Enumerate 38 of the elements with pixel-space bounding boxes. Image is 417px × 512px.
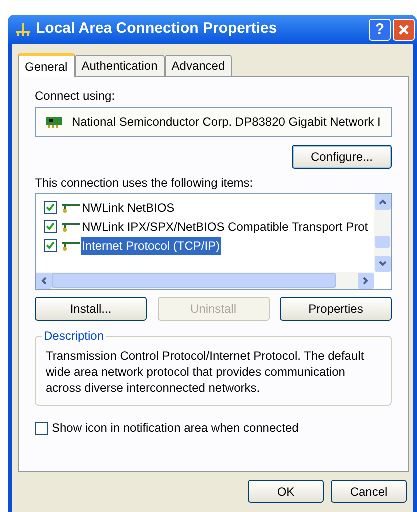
checkbox-label[interactable]: Show icon in notification area when connected [52, 419, 299, 437]
close-button[interactable] [393, 18, 415, 40]
network-connection-icon [14, 22, 32, 38]
checkbox[interactable] [35, 422, 48, 434]
scroll-up-icon[interactable] [378, 199, 386, 205]
scroll-right-icon[interactable] [363, 276, 369, 284]
checkbox[interactable] [44, 239, 57, 252]
horizontal-scrollbar[interactable] [36, 272, 374, 289]
item-button[interactable]: Install... [35, 297, 147, 321]
tab[interactable]: Advanced [164, 55, 232, 76]
checkbox[interactable] [44, 220, 57, 233]
scroll-thumb[interactable] [375, 236, 390, 248]
dialog-button[interactable]: Cancel [331, 480, 407, 503]
scroll-thumb[interactable] [52, 273, 336, 288]
item-button[interactable]: Properties [280, 297, 392, 321]
scroll-down-icon[interactable] [378, 261, 386, 267]
list-label: This connection uses the following items: [35, 175, 254, 190]
close-icon [398, 24, 410, 36]
network-card-icon [46, 116, 62, 128]
protocol-icon [61, 220, 81, 232]
group-title: Description [42, 329, 106, 343]
protocol-icon [61, 240, 81, 252]
scroll-left-icon[interactable] [41, 276, 47, 284]
list-item[interactable]: NWLink IPX/SPX/NetBIOS Compatible Transport Prot [81, 218, 370, 236]
adapter-name: National Semiconductor Corp. DP83820 Gigabit Network I [72, 114, 381, 131]
dialog-button[interactable]: OK [248, 480, 324, 503]
window-title: Local Area Connection Properties [36, 19, 278, 40]
help-button[interactable]: ? [369, 18, 391, 40]
tab[interactable]: Authentication [74, 55, 165, 76]
description-text: Transmission Control Protocol/Internet Protocol. The default wide area network protocol that provides communication across diverse interconnected networks. [46, 348, 366, 396]
vertical-scrollbar[interactable] [374, 194, 391, 272]
list-item[interactable]: NWLink NetBIOS [81, 198, 176, 216]
checkbox[interactable] [44, 201, 57, 214]
configure-button[interactable]: Configure... [292, 145, 392, 169]
field-label: Connect using: [35, 88, 116, 103]
list-item[interactable]: Internet Protocol (TCP/IP) [81, 236, 222, 254]
tab[interactable]: General [18, 53, 75, 77]
protocol-icon [61, 202, 81, 214]
